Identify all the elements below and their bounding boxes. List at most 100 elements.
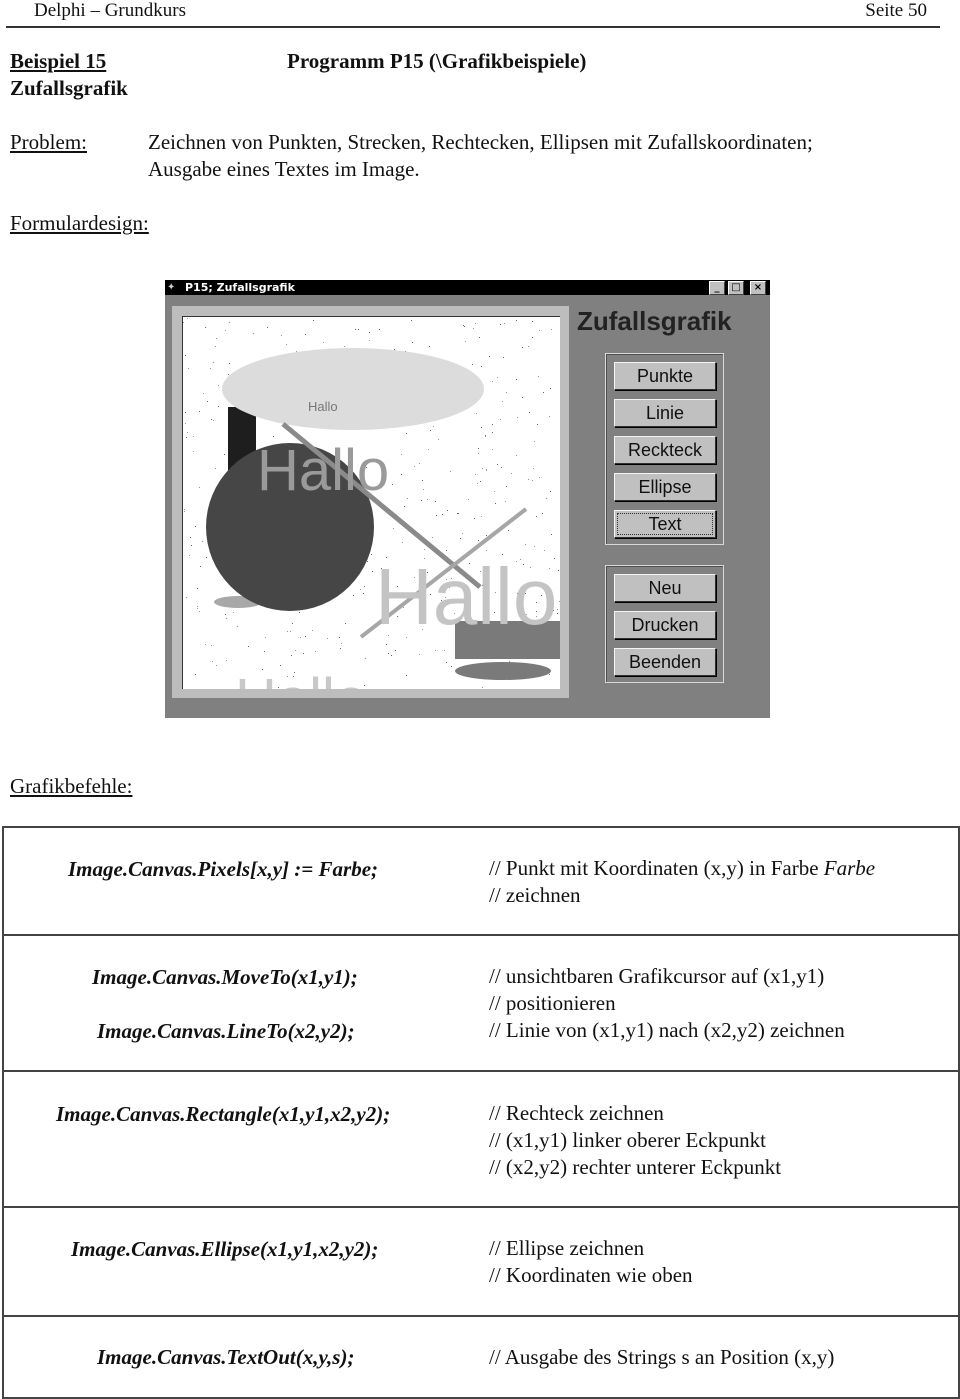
random-pixel (486, 550, 487, 551)
random-pixel (508, 530, 509, 531)
random-pixel (233, 612, 234, 613)
random-pixel (486, 470, 487, 471)
random-pixel (369, 332, 370, 333)
print-button[interactable]: Drucken (614, 611, 716, 639)
program-title: Programm P15 (\Grafikbeispiele) (287, 49, 587, 73)
random-pixel (224, 454, 225, 455)
random-pixel (419, 463, 420, 464)
close-button[interactable]: × (750, 281, 766, 295)
random-pixel (358, 329, 359, 330)
random-pixel (464, 326, 465, 327)
random-pixel (340, 648, 341, 649)
page-header-title: Delphi – Grundkurs (34, 0, 186, 21)
random-pixel (492, 432, 493, 433)
random-pixel (186, 597, 187, 598)
random-pixel (451, 666, 452, 667)
random-pixel (559, 601, 560, 602)
line-button[interactable]: Linie (614, 399, 716, 427)
random-pixel (551, 534, 552, 535)
delphi-window: ✦ P15; Zufallsgrafik _ □ × Hallo Hallo H… (165, 280, 770, 718)
random-pixel (423, 489, 424, 490)
random-pixel (497, 464, 498, 465)
random-pixel (200, 566, 201, 567)
exit-button[interactable]: Beenden (614, 648, 716, 676)
random-pixel (184, 509, 185, 510)
random-pixel (414, 466, 415, 467)
random-pixel (497, 377, 498, 378)
random-pixel (478, 453, 479, 454)
random-pixel (210, 368, 211, 369)
random-pixel (511, 473, 512, 474)
points-button[interactable]: Punkte (614, 362, 716, 390)
random-pixel (226, 618, 227, 619)
random-pixel (537, 424, 538, 425)
problem-label: Problem: (10, 130, 87, 154)
random-pixel (536, 516, 537, 517)
random-pixel (296, 351, 297, 352)
random-pixel (502, 401, 503, 402)
random-pixel (199, 487, 200, 488)
random-pixel (492, 449, 493, 450)
random-pixel (427, 499, 428, 500)
command-code: Image.Canvas.Pixels[x,y] := Farbe; (68, 857, 379, 881)
random-pixel (216, 338, 217, 339)
table-row: Image.Canvas.Ellipse(x1,y1,x2,y2); // El… (4, 1208, 958, 1317)
random-pixel (412, 342, 413, 343)
random-pixel (237, 626, 238, 627)
random-pixel (190, 537, 191, 538)
text-button[interactable]: Text (614, 510, 716, 538)
random-pixel (391, 655, 392, 656)
random-pixel (345, 623, 346, 624)
problem-line-2: Ausgabe eines Textes im Image. (148, 157, 420, 181)
ellipse-button[interactable]: Ellipse (614, 473, 716, 501)
random-pixel (472, 364, 473, 365)
random-pixel (411, 320, 412, 321)
random-pixel (436, 515, 437, 516)
random-pixel (305, 636, 306, 637)
random-pixel (503, 357, 504, 358)
new-button[interactable]: Neu (614, 574, 716, 602)
minimize-button[interactable]: _ (709, 281, 725, 295)
random-pixel (195, 674, 196, 675)
random-pixel (183, 322, 184, 323)
random-pixel (344, 346, 345, 347)
random-pixel (432, 537, 433, 538)
random-pixel (199, 611, 200, 612)
random-pixel (394, 349, 395, 350)
random-pixel (229, 322, 230, 323)
random-pixel (516, 379, 517, 380)
rectangle-button[interactable]: Reckteck (614, 436, 716, 464)
random-pixel (522, 347, 523, 348)
command-code: Image.Canvas.LineTo(x2,y2); (97, 1019, 355, 1043)
random-pixel (295, 650, 296, 651)
command-code: Image.Canvas.Rectangle(x1,y1,x2,y2); (56, 1102, 391, 1126)
example-name: Zufallsgrafik (10, 76, 128, 100)
random-pixel (478, 448, 479, 449)
maximize-button[interactable]: □ (728, 281, 744, 295)
random-pixel (193, 436, 194, 437)
random-pixel (421, 500, 422, 501)
random-pixel (264, 651, 265, 652)
random-pixel (422, 480, 423, 481)
random-pixel (492, 381, 493, 382)
random-pixel (463, 325, 464, 326)
window-title: P15; Zufallsgrafik (185, 281, 295, 294)
random-pixel (193, 451, 194, 452)
image-frame: Hallo Hallo Hallo Hallo (172, 306, 569, 698)
comment-text: // Koordinaten wie oben (489, 1263, 693, 1287)
random-pixel (481, 366, 482, 367)
random-pixel (442, 514, 443, 515)
command-comment: // Ausgabe des Strings s an Position (x,… (489, 1344, 834, 1371)
command-comment: // unsichtbaren Grafikcursor auf (x1,y1)… (489, 963, 845, 1044)
random-pixel (187, 432, 188, 433)
random-pixel (327, 638, 328, 639)
random-pixel (369, 340, 370, 341)
random-pixel (522, 397, 523, 398)
random-pixel (486, 469, 487, 470)
canvas-drawing: Hallo Hallo Hallo Hallo (183, 318, 560, 689)
random-pixel (286, 344, 287, 345)
random-pixel (480, 481, 481, 482)
canvas-text-bottom: Hallo (235, 667, 367, 689)
random-pixel (267, 327, 268, 328)
comment-text: // Ausgabe des Strings s an Position (x,… (489, 1345, 835, 1369)
